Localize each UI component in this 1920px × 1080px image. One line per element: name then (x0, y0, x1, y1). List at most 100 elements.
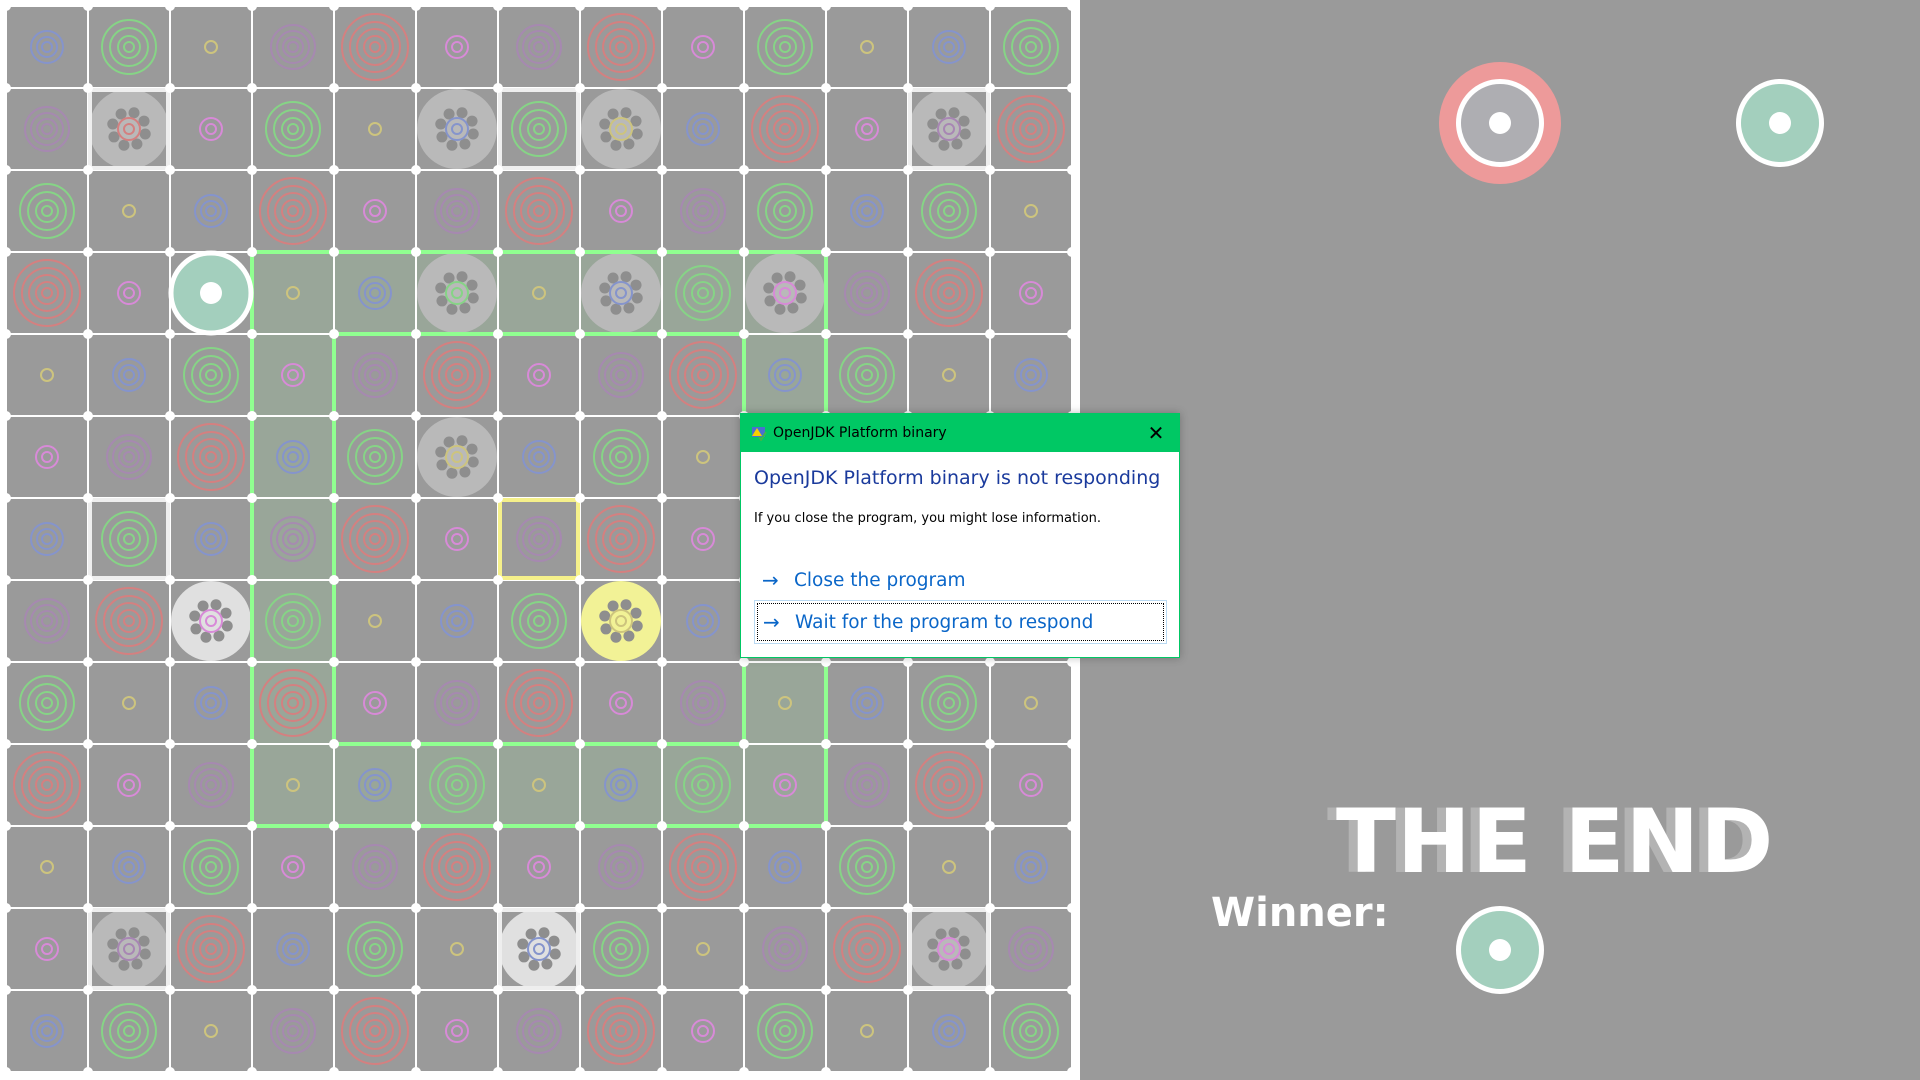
board-cell[interactable] (827, 253, 907, 333)
board-cell[interactable] (171, 909, 251, 989)
board-cell[interactable] (909, 745, 989, 825)
board-cell[interactable] (663, 335, 743, 415)
board-cell[interactable] (909, 827, 989, 907)
board-cell[interactable] (7, 417, 87, 497)
board-cell[interactable] (499, 499, 579, 579)
board-cell[interactable] (909, 335, 989, 415)
board-cell[interactable] (663, 827, 743, 907)
board-cell[interactable] (499, 417, 579, 497)
board-cell[interactable] (171, 171, 251, 251)
board-cell[interactable] (89, 417, 169, 497)
board-cell[interactable] (827, 663, 907, 743)
board-cell[interactable] (171, 89, 251, 169)
board-cell[interactable] (663, 89, 743, 169)
board-cell[interactable] (499, 745, 579, 825)
board-cell[interactable] (581, 663, 661, 743)
board-cell[interactable] (417, 991, 497, 1071)
board-cell[interactable] (745, 335, 825, 415)
board-cell[interactable] (335, 171, 415, 251)
board-cell[interactable] (253, 499, 333, 579)
board-cell[interactable] (663, 991, 743, 1071)
stone-token[interactable] (171, 581, 251, 661)
board-cell[interactable] (253, 909, 333, 989)
board-cell[interactable] (991, 171, 1071, 251)
board-cell[interactable] (909, 253, 989, 333)
board-cell[interactable] (253, 827, 333, 907)
board-cell[interactable] (581, 745, 661, 825)
stone-token[interactable] (89, 909, 169, 989)
board-cell[interactable] (499, 7, 579, 87)
board-cell[interactable] (89, 745, 169, 825)
board-cell[interactable] (991, 663, 1071, 743)
board-cell[interactable] (745, 89, 825, 169)
board-cell[interactable] (909, 991, 989, 1071)
stone-token[interactable] (499, 909, 579, 989)
board-cell[interactable] (7, 499, 87, 579)
board-cell[interactable] (499, 827, 579, 907)
board-cell[interactable] (827, 7, 907, 87)
board-cell[interactable] (663, 7, 743, 87)
board-cell[interactable] (417, 7, 497, 87)
board-cell[interactable] (417, 663, 497, 743)
board-cell[interactable] (171, 417, 251, 497)
board-cell[interactable] (581, 171, 661, 251)
board-cell[interactable] (335, 499, 415, 579)
board-cell[interactable] (253, 745, 333, 825)
board-cell[interactable] (417, 171, 497, 251)
close-program-button[interactable]: → Close the program (754, 558, 1167, 602)
board-cell[interactable] (89, 663, 169, 743)
board-cell[interactable] (417, 909, 497, 989)
board-cell[interactable] (991, 909, 1071, 989)
board-cell[interactable] (335, 581, 415, 661)
board-cell[interactable] (417, 499, 497, 579)
board-cell[interactable] (7, 827, 87, 907)
board-cell[interactable] (745, 745, 825, 825)
board-cell[interactable] (7, 253, 87, 333)
stone-token[interactable] (581, 89, 661, 169)
board-cell[interactable] (253, 991, 333, 1071)
dialog-title-bar[interactable]: OpenJDK Platform binary ✕ (741, 414, 1179, 452)
board-cell[interactable] (499, 171, 579, 251)
board-cell[interactable] (499, 335, 579, 415)
board-cell[interactable] (663, 581, 743, 661)
board-cell[interactable] (335, 253, 415, 333)
board-cell[interactable] (991, 827, 1071, 907)
board-cell[interactable] (909, 7, 989, 87)
board-cell[interactable] (581, 499, 661, 579)
stone-token[interactable] (417, 89, 497, 169)
board-cell[interactable] (7, 581, 87, 661)
board-cell[interactable] (745, 663, 825, 743)
board-cell[interactable] (335, 335, 415, 415)
board-cell[interactable] (89, 581, 169, 661)
board-cell[interactable] (991, 89, 1071, 169)
board-cell[interactable] (827, 745, 907, 825)
board-cell[interactable] (7, 335, 87, 415)
board-cell[interactable] (827, 171, 907, 251)
stone-token[interactable] (89, 89, 169, 169)
board-cell[interactable] (89, 827, 169, 907)
board-cell[interactable] (7, 745, 87, 825)
board-cell[interactable] (335, 745, 415, 825)
board-cell[interactable] (253, 335, 333, 415)
board-cell[interactable] (663, 417, 743, 497)
board-cell[interactable] (991, 253, 1071, 333)
board-cell[interactable] (991, 335, 1071, 415)
board-cell[interactable] (171, 745, 251, 825)
board-cell[interactable] (7, 7, 87, 87)
board-cell[interactable] (171, 499, 251, 579)
board-cell[interactable] (745, 909, 825, 989)
board-cell[interactable] (581, 827, 661, 907)
board-cell[interactable] (89, 253, 169, 333)
board-cell[interactable] (663, 909, 743, 989)
board-cell[interactable] (827, 909, 907, 989)
stone-token[interactable] (581, 253, 661, 333)
board-cell[interactable] (417, 335, 497, 415)
board-cell[interactable] (253, 663, 333, 743)
stone-token[interactable] (417, 253, 497, 333)
board-cell[interactable] (7, 991, 87, 1071)
board-cell[interactable] (253, 7, 333, 87)
board-cell[interactable] (253, 417, 333, 497)
stone-token[interactable] (745, 253, 825, 333)
board-cell[interactable] (89, 171, 169, 251)
board-cell[interactable] (581, 7, 661, 87)
